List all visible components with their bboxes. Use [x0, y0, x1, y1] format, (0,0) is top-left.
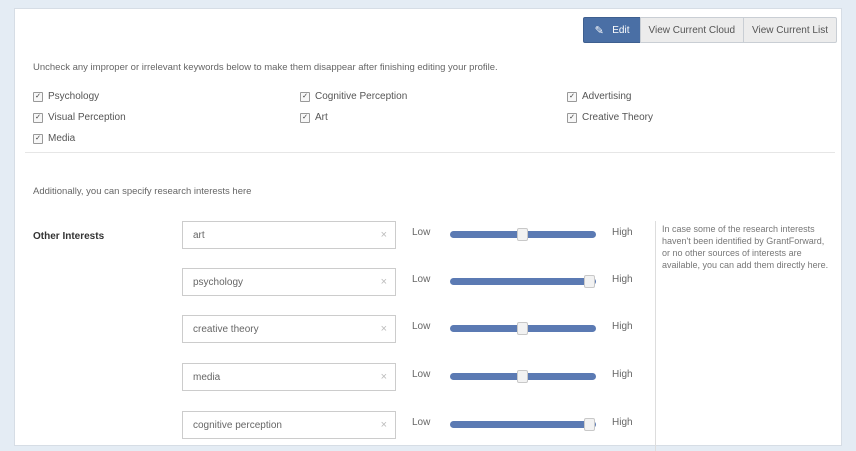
interest-input[interactable]: cognitive perception × [182, 411, 396, 439]
interest-input[interactable]: creative theory × [182, 315, 396, 343]
low-label: Low [412, 227, 431, 238]
checkbox[interactable]: ✓ [33, 91, 43, 102]
low-label: Low [412, 369, 431, 380]
checkbox[interactable]: ✓ [300, 91, 310, 102]
checkbox[interactable]: ✓ [567, 112, 577, 123]
keyword-label: Visual Perception [48, 112, 126, 123]
toolbar: ✎ Edit View Current Cloud View Current L… [583, 17, 837, 43]
edit-button[interactable]: ✎ Edit [583, 17, 641, 43]
high-label: High [612, 417, 633, 428]
interest-input[interactable]: media × [182, 363, 396, 391]
section-divider [25, 152, 835, 153]
interest-slider[interactable] [450, 322, 596, 335]
interest-slider[interactable] [450, 418, 596, 431]
slider-thumb[interactable] [584, 418, 595, 431]
high-label: High [612, 227, 633, 238]
checkbox[interactable]: ✓ [33, 112, 43, 123]
profile-panel: ✎ Edit View Current Cloud View Current L… [14, 8, 842, 451]
high-label: High [612, 321, 633, 332]
high-label: High [612, 274, 633, 285]
interest-row: creative theory × Low High [182, 315, 642, 343]
keyword-art[interactable]: ✓ Art [300, 112, 328, 123]
view-current-cloud-button[interactable]: View Current Cloud [639, 17, 745, 43]
clear-icon[interactable]: × [381, 229, 387, 241]
low-label: Low [412, 321, 431, 332]
vertical-divider [655, 221, 656, 451]
intro-text: Uncheck any improper or irrelevant keywo… [33, 62, 498, 73]
interest-row: art × Low High [182, 221, 642, 249]
high-label: High [612, 369, 633, 380]
keyword-visual-perception[interactable]: ✓ Visual Perception [33, 112, 126, 123]
clear-icon[interactable]: × [381, 323, 387, 335]
interest-value: media [193, 371, 221, 383]
interest-slider[interactable] [450, 275, 596, 288]
keyword-creative-theory[interactable]: ✓ Creative Theory [567, 112, 653, 123]
interest-value: creative theory [193, 323, 259, 335]
interest-value: art [193, 229, 205, 241]
keyword-label: Advertising [582, 91, 632, 102]
keyword-label: Creative Theory [582, 112, 653, 123]
interest-row: cognitive perception × Low High [182, 411, 642, 439]
keyword-media[interactable]: ✓ Media [33, 133, 75, 144]
clear-icon[interactable]: × [381, 276, 387, 288]
edit-label: Edit [612, 24, 630, 36]
slider-thumb[interactable] [517, 370, 528, 383]
slider-thumb[interactable] [517, 322, 528, 335]
clear-icon[interactable]: × [381, 419, 387, 431]
keyword-cognitive-perception[interactable]: ✓ Cognitive Perception [300, 91, 407, 102]
clear-icon[interactable]: × [381, 371, 387, 383]
keyword-label: Psychology [48, 91, 100, 102]
keyword-label: Media [48, 133, 76, 144]
interest-row: psychology × Low High [182, 268, 642, 296]
slider-track [450, 278, 596, 285]
slider-thumb[interactable] [517, 228, 528, 241]
slider-track [450, 421, 596, 428]
other-interests-label: Other Interests [33, 231, 105, 242]
keyword-psychology[interactable]: ✓ Psychology [33, 91, 99, 102]
low-label: Low [412, 417, 431, 428]
slider-thumb[interactable] [584, 275, 595, 288]
pencil-icon: ✎ [594, 24, 604, 37]
checkbox[interactable]: ✓ [300, 112, 310, 123]
keyword-label: Art [315, 112, 328, 123]
interest-value: psychology [193, 276, 244, 288]
interest-slider[interactable] [450, 370, 596, 383]
keyword-label: Cognitive Perception [315, 91, 408, 102]
interest-value: cognitive perception [193, 419, 282, 431]
additional-text: Additionally, you can specify research i… [33, 186, 252, 197]
interest-slider[interactable] [450, 228, 596, 241]
interest-input[interactable]: psychology × [182, 268, 396, 296]
view-current-list-button[interactable]: View Current List [743, 17, 837, 43]
keyword-advertising[interactable]: ✓ Advertising [567, 91, 631, 102]
interest-input[interactable]: art × [182, 221, 396, 249]
low-label: Low [412, 274, 431, 285]
help-text: In case some of the research interests h… [662, 224, 829, 270]
interest-row: media × Low High [182, 363, 642, 391]
checkbox[interactable]: ✓ [33, 133, 43, 144]
checkbox[interactable]: ✓ [567, 91, 577, 102]
